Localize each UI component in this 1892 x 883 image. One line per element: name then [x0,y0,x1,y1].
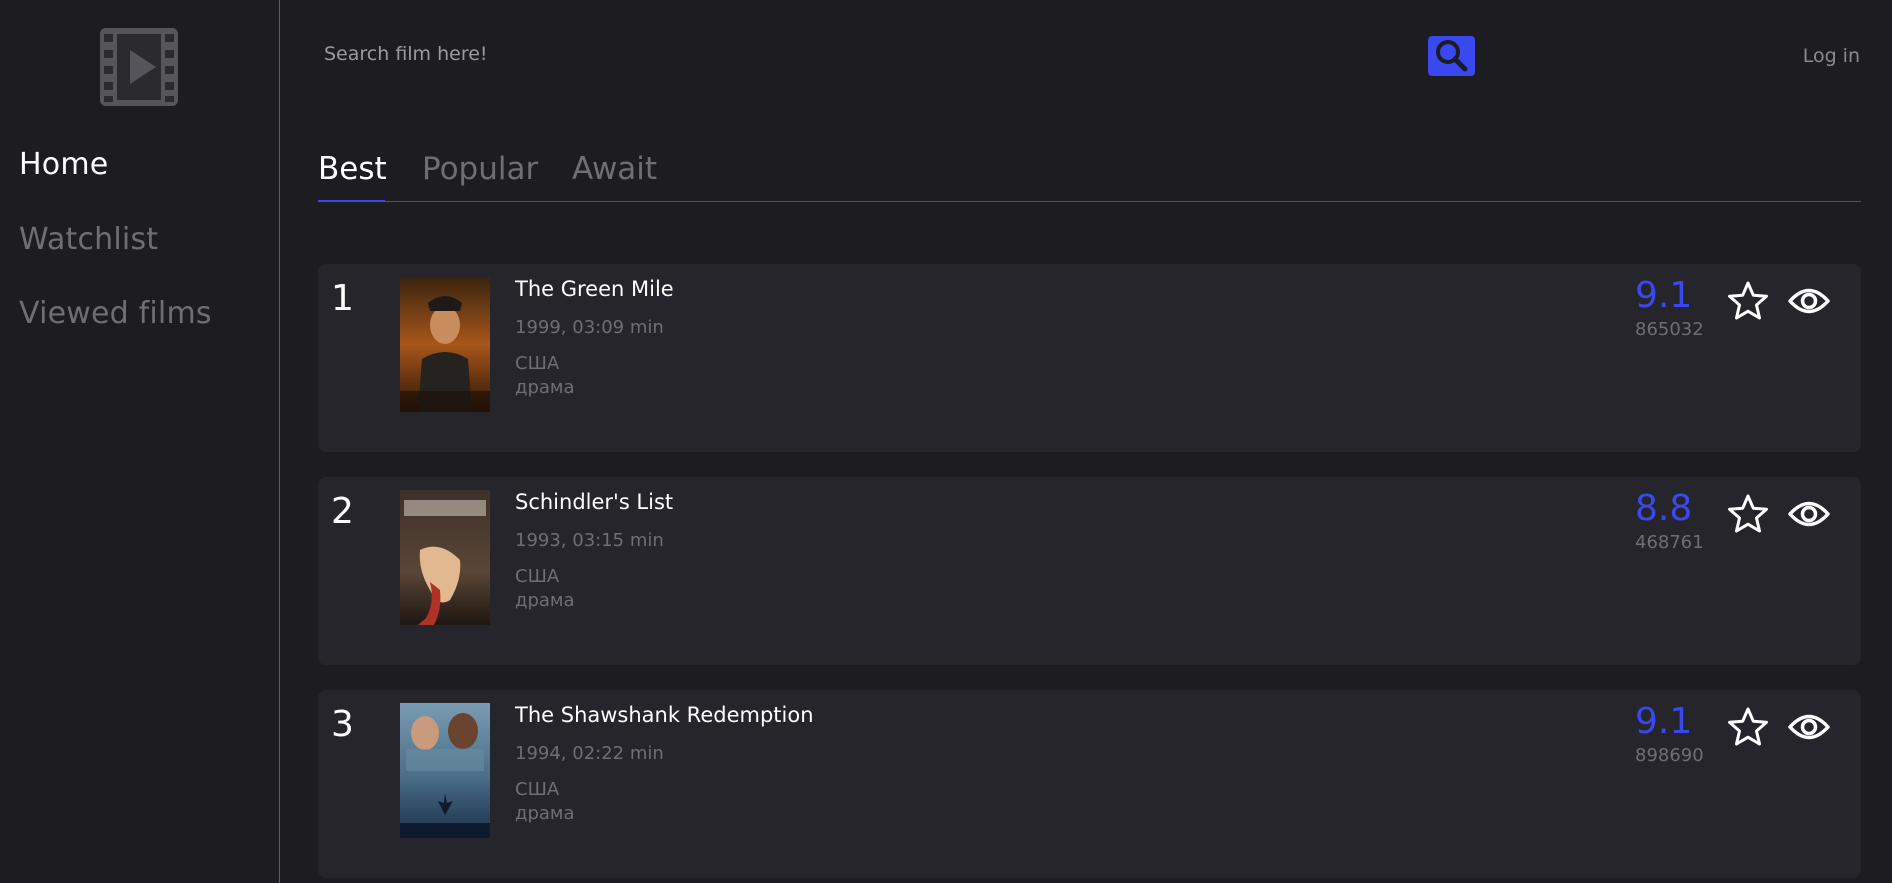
film-poster[interactable] [400,490,490,625]
film-rank: 1 [331,278,354,319]
film-votes: 468761 [1635,532,1704,553]
film-play-icon[interactable] [100,28,178,106]
sidebar-item-watchlist[interactable]: Watchlist [19,222,158,257]
film-poster[interactable] [400,703,490,838]
active-tab-indicator [318,200,385,202]
film-year-duration: 1993, 03:15 min [515,530,664,551]
film-title[interactable]: The Shawshank Redemption [515,703,814,727]
film-country: США [515,353,560,374]
film-title[interactable]: The Green Mile [515,277,674,301]
film-rating: 9.1 [1635,275,1693,316]
login-link[interactable]: Log in [1803,45,1860,67]
film-votes: 898690 [1635,745,1704,766]
tab-popular[interactable]: Popular [422,151,538,187]
film-card[interactable]: 2 Schindler's List 1993, 03:15 min США д… [318,477,1861,665]
star-icon[interactable] [1727,280,1769,322]
star-icon[interactable] [1727,493,1769,535]
tab-bar: Best Popular Await [318,145,1861,202]
film-rating: 8.8 [1635,488,1693,529]
search-icon [1433,38,1471,75]
star-icon[interactable] [1727,706,1769,748]
film-year-duration: 1999, 03:09 min [515,317,664,338]
sidebar-item-home[interactable]: Home [19,147,108,182]
eye-icon[interactable] [1787,495,1831,533]
film-card[interactable]: 1 The Green Mile 1999, 03:09 min США дра… [318,264,1861,452]
film-country: США [515,566,560,587]
film-title[interactable]: Schindler's List [515,490,673,514]
film-country: США [515,779,560,800]
film-card[interactable]: 3 The Shawshank Redemption 1994, 02:22 m… [318,690,1861,878]
film-votes: 865032 [1635,319,1704,340]
film-poster[interactable] [400,277,490,412]
sidebar-item-viewed-films[interactable]: Viewed films [19,296,212,331]
eye-icon[interactable] [1787,282,1831,320]
eye-icon[interactable] [1787,708,1831,746]
film-rating: 9.1 [1635,701,1693,742]
film-year-duration: 1994, 02:22 min [515,743,664,764]
tab-await[interactable]: Await [572,151,657,187]
film-rank: 3 [331,704,354,745]
film-genre: драма [515,377,575,398]
search-input[interactable] [318,34,1418,74]
search-button[interactable] [1428,36,1475,76]
film-genre: драма [515,803,575,824]
film-genre: драма [515,590,575,611]
film-rank: 2 [331,491,354,532]
tab-best[interactable]: Best [318,151,387,187]
sidebar: Home Watchlist Viewed films [0,0,280,883]
